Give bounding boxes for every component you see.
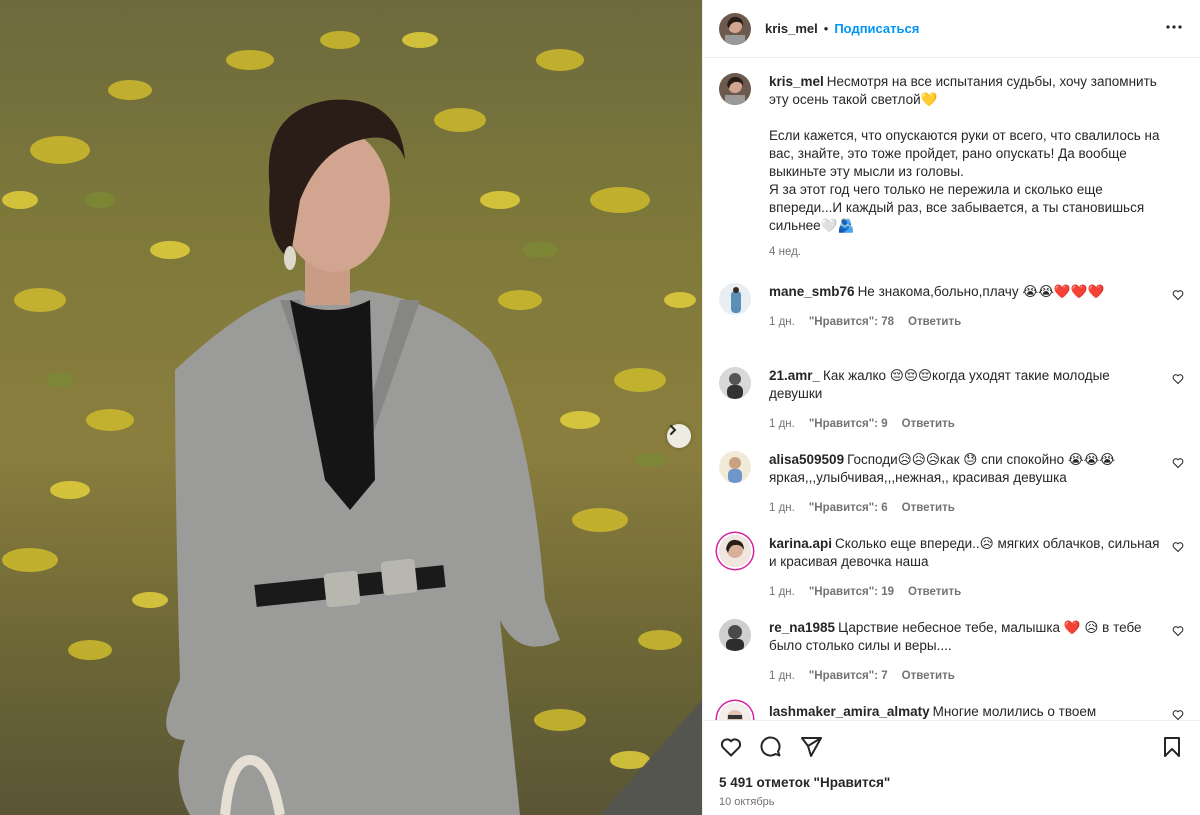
commenter-avatar[interactable] [719, 283, 751, 315]
comment-item: alisa509509 Господи😥😥😥как 😓 спи спокойно … [719, 451, 1184, 535]
commenter-avatar[interactable] [719, 619, 751, 651]
commenter-avatar[interactable] [719, 451, 751, 483]
post-actions: 5 491 отметок "Нравится" 10 октябрь [703, 720, 1200, 808]
commenter-avatar[interactable] [719, 367, 751, 399]
more-options-icon[interactable] [1164, 17, 1184, 40]
author-avatar[interactable] [719, 12, 751, 45]
comment-time[interactable]: 1 дн. [769, 667, 795, 685]
comment-username[interactable]: 21.amr_ [769, 368, 820, 383]
comment-item: mane_smb76 Не знакома,больно,плачу 😭😭❤️❤️… [719, 283, 1184, 367]
comment-likes[interactable]: "Нравится": 78 [809, 313, 894, 331]
comment-time[interactable]: 1 дн. [769, 313, 795, 331]
separator-dot: • [823, 21, 829, 36]
share-icon[interactable] [799, 735, 823, 759]
author-username[interactable]: kris_mel [765, 21, 818, 36]
comment-item: 21.amr_ Как жалко 😔😔😔когда уходят такие м… [719, 367, 1184, 451]
comment-like-heart-icon[interactable] [1172, 289, 1184, 304]
action-bar [719, 735, 1184, 759]
comment-like-heart-icon[interactable] [1172, 541, 1184, 556]
comment-text: Не знакома,больно,плачу 😭😭❤️❤️❤️ [857, 284, 1105, 299]
comment-item: re_na1985 Царствие небесное тебе, малышка… [719, 619, 1184, 703]
comment-like-heart-icon[interactable] [1172, 457, 1184, 472]
follow-button[interactable]: Подписаться [834, 21, 919, 36]
post-photo[interactable] [0, 0, 702, 815]
reply-button[interactable]: Ответить [908, 583, 961, 601]
comment-time[interactable]: 1 дн. [769, 499, 795, 517]
likes-count[interactable]: 5 491 отметок "Нравится" [719, 775, 1184, 790]
commenter-avatar[interactable] [719, 535, 751, 567]
comment-likes[interactable]: "Нравится": 6 [809, 499, 888, 517]
comment-text: Как жалко 😔😔😔когда уходят такие молодые … [769, 368, 1110, 401]
comment-username[interactable]: mane_smb76 [769, 284, 855, 299]
bookmark-icon[interactable] [1160, 735, 1184, 759]
comment-item: karina.api Сколько еще впереди..😥 мягких … [719, 535, 1184, 619]
caption-text: Несмотря на все испытания судьбы, хочу з… [769, 74, 1160, 233]
caption-time[interactable]: 4 нед. [769, 243, 801, 261]
post-details-panel: kris_mel • Подписаться kris_mel Несмотря … [702, 0, 1200, 815]
comment-likes[interactable]: "Нравится": 7 [809, 667, 888, 685]
comment-like-heart-icon[interactable] [1172, 373, 1184, 388]
reply-button[interactable]: Ответить [902, 499, 955, 517]
post-caption: kris_mel Несмотря на все испытания судьбы… [719, 59, 1184, 283]
comment-like-heart-icon[interactable] [1172, 625, 1184, 640]
comments-list[interactable]: kris_mel Несмотря на все испытания судьбы… [703, 59, 1200, 720]
carousel-next-button[interactable] [667, 424, 691, 448]
post-header: kris_mel • Подписаться [703, 0, 1200, 58]
comment-username[interactable]: lashmaker_amira_almaty [769, 704, 930, 719]
comment-time[interactable]: 1 дн. [769, 415, 795, 433]
comment-likes[interactable]: "Нравится": 19 [809, 583, 894, 601]
comment-likes[interactable]: "Нравится": 9 [809, 415, 888, 433]
comment-like-heart-icon[interactable] [1172, 709, 1184, 720]
heart-icon[interactable] [719, 735, 743, 759]
reply-button[interactable]: Ответить [902, 667, 955, 685]
comment-username[interactable]: karina.api [769, 536, 832, 551]
comment-time[interactable]: 1 дн. [769, 583, 795, 601]
commenter-avatar[interactable] [719, 703, 751, 720]
reply-button[interactable]: Ответить [908, 313, 961, 331]
comment-username[interactable]: alisa509509 [769, 452, 844, 467]
caption-avatar[interactable] [719, 73, 751, 105]
caption-username[interactable]: kris_mel [769, 74, 824, 89]
photo-illustration [2, 31, 702, 815]
reply-button[interactable]: Ответить [902, 415, 955, 433]
comment-icon[interactable] [759, 735, 783, 759]
comment-item: lashmaker_amira_almaty Многие молились о … [719, 703, 1184, 720]
comment-username[interactable]: re_na1985 [769, 620, 835, 635]
post-date[interactable]: 10 октябрь [719, 796, 1184, 808]
